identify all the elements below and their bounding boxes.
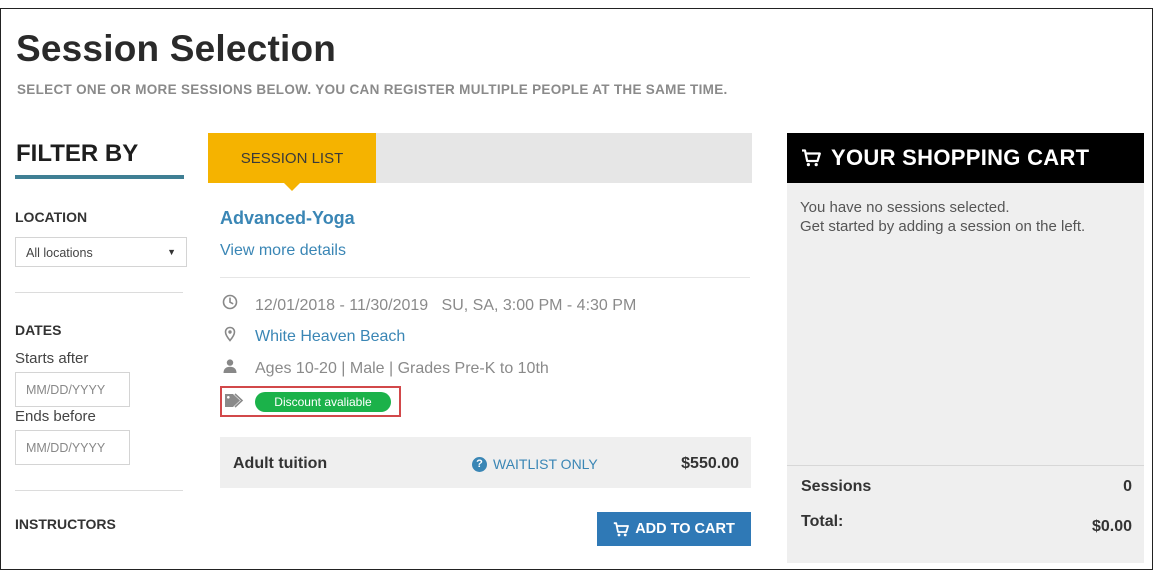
cart-total-value: $0.00 xyxy=(1091,518,1132,535)
discount-badge: Discount avaliable xyxy=(255,392,391,412)
cart-icon xyxy=(613,521,630,536)
cart-empty-line-2: Get started by adding a session on the l… xyxy=(800,218,1086,235)
clock-icon xyxy=(222,294,238,310)
shopping-cart-title: YOUR SHOPPING CART xyxy=(831,145,1090,170)
question-icon: ? xyxy=(472,456,487,472)
tag-icon xyxy=(225,393,244,408)
filter-title: FILTER BY xyxy=(16,140,139,167)
view-details-link[interactable]: View more details xyxy=(220,242,346,260)
cart-divider xyxy=(787,465,1144,466)
page-title: Session Selection xyxy=(16,28,337,69)
cart-empty-message: You have no sessions selected. Get start… xyxy=(800,198,1120,236)
ends-before-input[interactable] xyxy=(15,430,130,465)
add-to-cart-button[interactable]: ADD TO CART xyxy=(597,512,751,546)
price-value: $550.00 xyxy=(681,455,739,472)
divider xyxy=(15,490,183,491)
person-icon xyxy=(223,359,237,373)
session-schedule: 12/01/2018 - 11/30/2019 SU, SA, 3:00 PM … xyxy=(255,297,637,314)
shopping-cart-header: YOUR SHOPPING CART xyxy=(787,133,1144,183)
tab-active-arrow xyxy=(284,183,300,191)
location-select[interactable]: All locations ▼ xyxy=(15,237,187,267)
dates-label: DATES xyxy=(15,322,62,338)
cart-sessions-label: Sessions xyxy=(801,478,872,495)
session-location-link[interactable]: White Heaven Beach xyxy=(255,328,405,346)
map-pin-icon xyxy=(224,326,236,342)
tab-session-list[interactable]: SESSION LIST xyxy=(208,133,376,191)
cart-total-label: Total: xyxy=(801,513,844,530)
add-to-cart-label: ADD TO CART xyxy=(635,521,735,537)
divider xyxy=(220,277,750,278)
tab-session-list-label: SESSION LIST xyxy=(240,150,344,167)
ends-before-label: Ends before xyxy=(15,408,96,425)
location-label: LOCATION xyxy=(15,209,88,225)
cart-sessions-count: 0 xyxy=(1123,478,1132,495)
instructors-label: INSTRUCTORS xyxy=(15,516,116,532)
session-title-link[interactable]: Advanced-Yoga xyxy=(220,208,355,229)
waitlist-link[interactable]: ? WAITLIST ONLY xyxy=(472,456,598,472)
waitlist-label: WAITLIST ONLY xyxy=(493,456,598,472)
filter-underline xyxy=(15,175,184,179)
divider xyxy=(15,292,183,293)
location-select-value: All locations xyxy=(26,246,93,260)
starts-after-input[interactable] xyxy=(15,372,130,407)
cart-empty-line-1: You have no sessions selected. xyxy=(800,199,1010,216)
caret-down-icon: ▼ xyxy=(167,247,176,257)
starts-after-label: Starts after xyxy=(15,350,89,367)
page-subtitle: SELECT ONE OR MORE SESSIONS BELOW. YOU C… xyxy=(17,82,728,97)
price-name: Adult tuition xyxy=(233,455,328,472)
cart-icon xyxy=(802,149,821,167)
price-row: Adult tuition ? WAITLIST ONLY $550.00 xyxy=(220,437,751,488)
session-eligibility: Ages 10-20 | Male | Grades Pre-K to 10th xyxy=(255,360,549,377)
